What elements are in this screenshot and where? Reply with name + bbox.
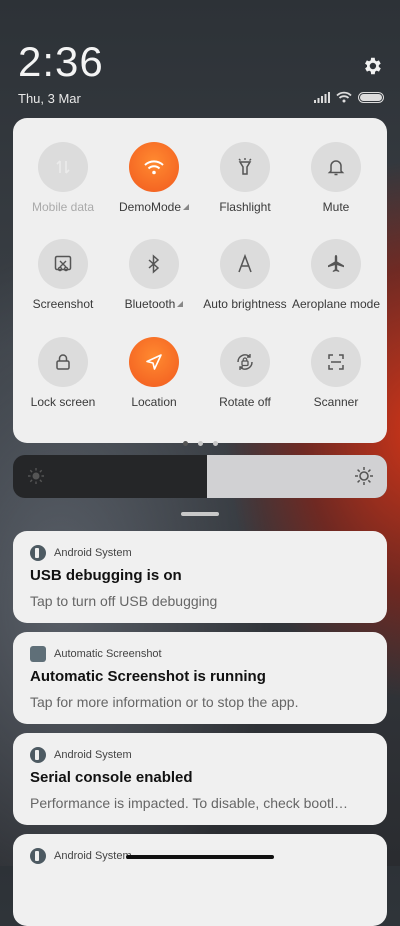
tile-flashlight[interactable]: Flashlight xyxy=(199,142,291,214)
clock: 2:36 xyxy=(18,38,104,85)
notification-body: Tap for more information or to stop the … xyxy=(30,694,299,710)
tile-location[interactable]: Location xyxy=(108,337,200,409)
expand-triangle-icon xyxy=(177,301,184,307)
tile-scanner[interactable]: Scanner xyxy=(290,337,382,409)
tile-label: Bluetooth xyxy=(108,297,200,311)
tile-lock-screen[interactable]: Lock screen xyxy=(17,337,109,409)
notification-usb-debugging[interactable]: Android System USB debugging is on Tap t… xyxy=(13,531,387,623)
tile-label: Mute xyxy=(322,200,350,214)
notification-app-name: Automatic Screenshot xyxy=(54,648,162,660)
date: Thu, 3 Mar xyxy=(18,91,81,106)
airplane-icon xyxy=(328,255,344,272)
tile-auto-brightness-button[interactable] xyxy=(220,239,270,289)
tile-rotate-off[interactable]: Rotate off xyxy=(199,337,291,409)
notification-title: Serial console enabled xyxy=(30,769,193,786)
tile-mute-button[interactable] xyxy=(311,142,361,192)
tile-label: Scanner xyxy=(313,395,359,409)
tile-label: Rotate off xyxy=(219,395,271,409)
brightness-slider[interactable] xyxy=(13,455,387,498)
notification-app-name: Android System xyxy=(54,850,132,862)
signal-icon xyxy=(314,91,330,103)
tile-screenshot[interactable]: Screenshot xyxy=(17,239,109,311)
tile-scanner-button[interactable] xyxy=(311,337,361,387)
location-icon xyxy=(146,354,162,370)
notification-app: Android System xyxy=(30,747,132,763)
tile-label: Aeroplane mode xyxy=(291,297,381,311)
tile-bluetooth-button[interactable] xyxy=(129,239,179,289)
settings-button[interactable] xyxy=(361,55,383,77)
tile-label: Location xyxy=(131,395,177,409)
tile-screenshot-button[interactable] xyxy=(38,239,88,289)
bluetooth-icon xyxy=(148,254,160,274)
bell-icon xyxy=(327,160,345,176)
tile-lock-screen-button[interactable] xyxy=(38,337,88,387)
auto-brightness-icon xyxy=(238,254,252,273)
tile-label: Flashlight xyxy=(219,200,271,214)
tile-flashlight-button[interactable] xyxy=(220,142,270,192)
tile-demomode[interactable]: DemoMode xyxy=(108,142,200,214)
wifi-status-icon xyxy=(336,91,352,103)
tile-auto-brightness[interactable]: Auto brightness xyxy=(199,239,291,311)
screenshot-icon xyxy=(54,255,72,272)
brightness-high-icon xyxy=(355,467,373,485)
page-dot xyxy=(197,441,203,446)
notification-body: Tap to turn off USB debugging xyxy=(30,593,218,609)
expand-triangle-icon xyxy=(183,204,190,210)
tile-aeroplane-mode-button[interactable] xyxy=(311,239,361,289)
expand-handle[interactable] xyxy=(181,512,219,516)
gear-icon xyxy=(365,57,381,75)
gesture-bar[interactable] xyxy=(126,855,274,859)
tile-label: DemoMode xyxy=(108,200,200,214)
tile-demomode-button[interactable] xyxy=(129,142,179,192)
android-system-icon xyxy=(30,747,46,763)
android-system-icon xyxy=(30,848,46,864)
tile-label: Mobile data xyxy=(31,200,95,214)
tile-label: Lock screen xyxy=(30,395,96,409)
notification-app-name: Android System xyxy=(54,749,132,761)
android-system-icon xyxy=(30,545,46,561)
brightness-low-icon xyxy=(28,468,44,484)
notification-android-system[interactable]: Android System xyxy=(13,834,387,926)
battery-icon xyxy=(358,91,384,103)
page-indicator xyxy=(13,433,387,451)
notification-body: Performance is impacted. To disable, che… xyxy=(30,795,349,811)
notification-app: Automatic Screenshot xyxy=(30,646,162,662)
flashlight-icon xyxy=(238,158,252,175)
notification-app-name: Android System xyxy=(54,547,132,559)
page-dot xyxy=(182,441,188,446)
status-icons xyxy=(314,91,384,103)
wifi-icon xyxy=(144,160,164,175)
tile-aeroplane-mode[interactable]: Aeroplane mode xyxy=(290,239,382,311)
tile-mobile-data-button[interactable] xyxy=(38,142,88,192)
notification-app: Android System xyxy=(30,848,132,864)
tile-label: Screenshot xyxy=(32,297,94,311)
tile-location-button[interactable] xyxy=(129,337,179,387)
notification-app: Android System xyxy=(30,545,132,561)
automatic-screenshot-app-icon xyxy=(30,646,46,662)
notification-automatic-screenshot[interactable]: Automatic Screenshot Automatic Screensho… xyxy=(13,632,387,724)
notification-serial-console[interactable]: Android System Serial console enabled Pe… xyxy=(13,733,387,825)
tile-mobile-data[interactable]: Mobile data xyxy=(17,142,109,214)
tile-label: Auto brightness xyxy=(203,297,287,311)
tile-bluetooth[interactable]: Bluetooth xyxy=(108,239,200,311)
quick-settings-panel: Mobile data DemoMode Flashlight Mute Scr… xyxy=(13,118,387,446)
tile-mute[interactable]: Mute xyxy=(290,142,382,214)
notification-title: USB debugging is on xyxy=(30,567,182,584)
mobile-data-icon xyxy=(56,160,70,174)
notification-title: Automatic Screenshot is running xyxy=(30,668,266,685)
tile-rotate-off-button[interactable] xyxy=(220,337,270,387)
rotate-lock-icon xyxy=(237,354,253,370)
page-dot xyxy=(212,441,218,446)
scanner-icon xyxy=(328,354,344,370)
lock-icon xyxy=(56,354,70,370)
